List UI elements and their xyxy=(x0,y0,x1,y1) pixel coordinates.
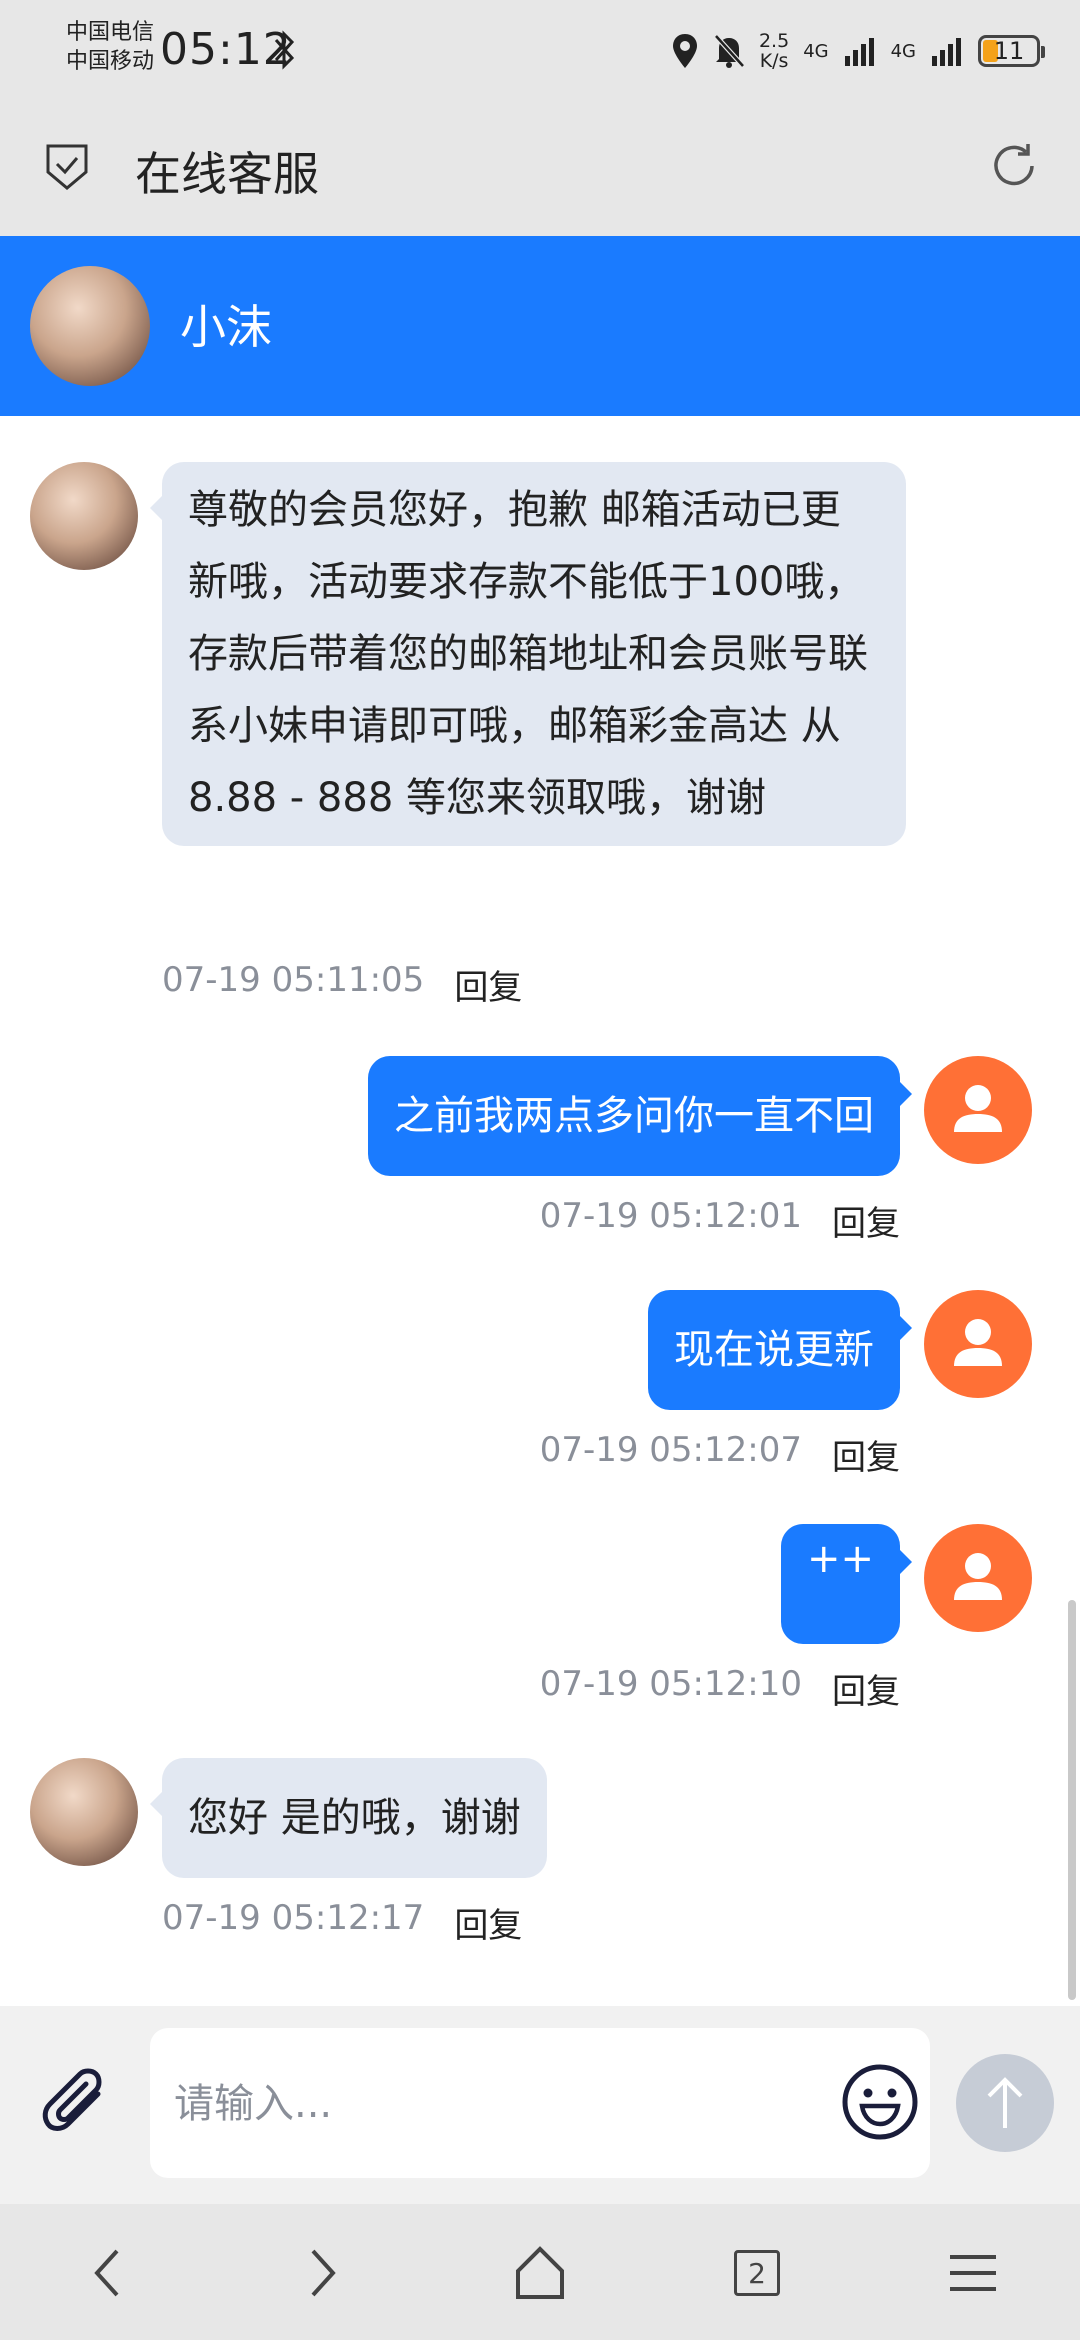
message-meta: 07-19 05:12:01 回复 xyxy=(540,1196,900,1245)
mute-bell-icon xyxy=(714,34,745,68)
app-bar: 在线客服 xyxy=(0,100,1080,236)
message-meta: 07-19 05:12:10 回复 xyxy=(540,1664,900,1713)
message-meta: 07-19 05:12:17 回复 xyxy=(162,1898,522,1947)
message-bubble-outgoing: 现在说更新 xyxy=(648,1290,912,1410)
reply-button[interactable]: 回复 xyxy=(454,960,522,1009)
forward-button[interactable] xyxy=(288,2238,358,2308)
tabs-button[interactable]: 2 xyxy=(722,2238,792,2308)
tab-count: 2 xyxy=(734,2250,780,2296)
chat-scrollbar[interactable] xyxy=(1068,1600,1076,2000)
emoji-icon[interactable] xyxy=(838,2060,922,2144)
carrier-2: 中国移动 xyxy=(66,49,155,74)
agent-message-avatar xyxy=(30,1758,138,1866)
status-right: 2.5 K/s 4G 4G 11 xyxy=(671,26,1045,76)
user-icon xyxy=(954,1553,1002,1600)
bluetooth-icon xyxy=(274,30,295,70)
net-speed-unit: K/s xyxy=(759,50,789,72)
agent-avatar[interactable] xyxy=(30,266,150,386)
menu-icon xyxy=(950,2255,996,2291)
arrow-up-icon xyxy=(987,2077,1023,2128)
agent-name: 小沫 xyxy=(180,300,272,354)
paperclip-icon[interactable] xyxy=(36,2064,116,2144)
user-avatar xyxy=(924,1290,1032,1398)
page-title: 在线客服 xyxy=(135,147,319,201)
chevron-left-icon xyxy=(94,2249,119,2297)
user-icon xyxy=(954,1085,1002,1132)
user-icon xyxy=(954,1319,1002,1366)
message-meta: 07-19 05:12:07 回复 xyxy=(540,1430,900,1479)
message-input-box xyxy=(150,2028,930,2178)
network-type-2: 4G xyxy=(890,40,916,62)
reply-button[interactable]: 回复 xyxy=(454,1898,522,1947)
signal-icon-2 xyxy=(932,38,961,66)
message-input[interactable] xyxy=(172,2068,776,2140)
message-bubble-outgoing: 之前我两点多问你一直不回 xyxy=(368,1056,912,1176)
message-bubble-outgoing: ++ xyxy=(780,1524,913,1644)
back-button[interactable] xyxy=(72,2238,142,2308)
chat-area[interactable]: 尊敬的会员您好，抱歉 邮箱活动已更新哦，活动要求存款不能低于100哦，存款后带着… xyxy=(0,416,1080,2006)
shield-check-icon[interactable] xyxy=(44,140,90,194)
refresh-icon[interactable] xyxy=(988,140,1040,192)
home-icon xyxy=(516,2246,564,2299)
agent-message-avatar xyxy=(30,462,138,570)
input-bar xyxy=(0,2006,1080,2204)
status-bar: 中国电信 中国移动 05:12 2.5 K/s 4G 4G 11 xyxy=(0,0,1080,100)
reply-button[interactable]: 回复 xyxy=(832,1430,900,1479)
message-time: 07-19 05:11:05 xyxy=(162,960,425,1000)
message-time: 07-19 05:12:10 xyxy=(539,1664,802,1704)
message-time: 07-19 05:12:07 xyxy=(539,1430,802,1470)
net-speed: 2.5 K/s xyxy=(759,31,789,71)
send-button[interactable] xyxy=(956,2054,1054,2152)
battery-indicator: 11 xyxy=(978,35,1045,67)
net-speed-value: 2.5 xyxy=(758,30,790,52)
carrier-info: 中国电信 中国移动 xyxy=(66,18,154,76)
message-bubble-incoming: 尊敬的会员您好，抱歉 邮箱活动已更新哦，活动要求存款不能低于100哦，存款后带着… xyxy=(150,462,906,846)
bottom-nav: 2 xyxy=(0,2204,1080,2340)
message-time: 07-19 05:12:17 xyxy=(162,1898,425,1938)
network-type-1: 4G xyxy=(803,40,829,62)
battery-level: 11 xyxy=(993,37,1025,65)
location-icon xyxy=(672,34,697,68)
reply-button[interactable]: 回复 xyxy=(832,1196,900,1245)
home-button[interactable] xyxy=(505,2238,575,2308)
user-avatar xyxy=(924,1524,1032,1632)
signal-icon-1 xyxy=(844,38,874,66)
chevron-right-icon xyxy=(311,2249,336,2297)
message-bubble-incoming: 您好 是的哦，谢谢 xyxy=(150,1758,547,1878)
message-time: 07-19 05:12:01 xyxy=(539,1196,802,1236)
user-avatar xyxy=(924,1056,1032,1164)
message-meta: 07-19 05:11:05 回复 xyxy=(162,960,522,1009)
menu-button[interactable] xyxy=(938,2238,1008,2308)
reply-button[interactable]: 回复 xyxy=(832,1664,900,1713)
agent-header: 小沫 xyxy=(0,236,1080,416)
carrier-1: 中国电信 xyxy=(66,20,155,45)
